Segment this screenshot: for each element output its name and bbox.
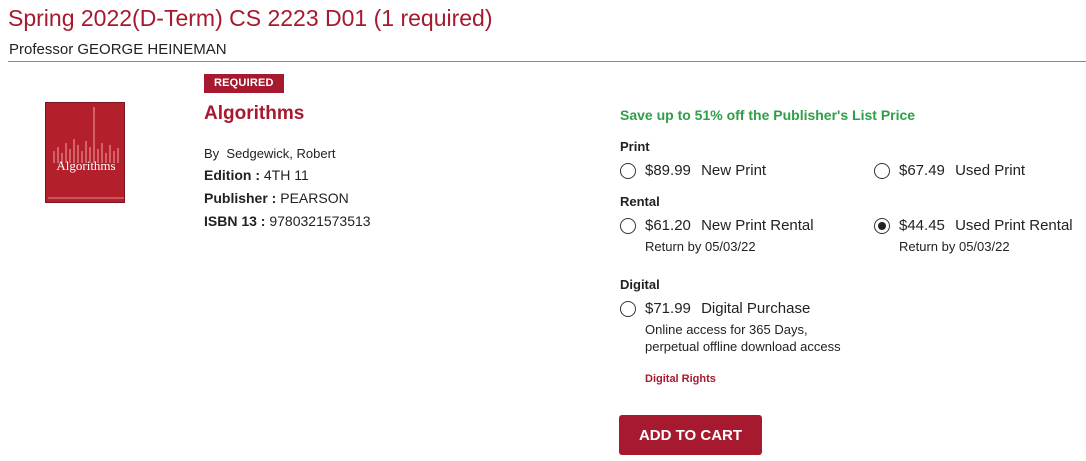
book-isbn: ISBN 13 : 9780321573513 — [204, 213, 371, 229]
cover-title-text: Algorithms — [56, 158, 116, 173]
used-print-radio[interactable] — [874, 163, 890, 179]
divider — [8, 61, 1086, 62]
option-used-rental[interactable]: $44.45 Used Print Rental Return by 05/03… — [874, 217, 1073, 255]
add-to-cart-button[interactable]: ADD TO CART — [619, 415, 762, 455]
option-new-print[interactable]: $89.99 New Print — [620, 162, 766, 180]
new-rental-label: New Print Rental — [701, 217, 814, 234]
publisher-label: Publisher : — [204, 190, 277, 206]
digital-label: Digital Purchase — [701, 300, 811, 317]
new-rental-price: $61.20 — [645, 217, 691, 234]
option-digital[interactable]: $71.99 Digital Purchase Online access fo… — [620, 300, 841, 355]
book-edition: Edition : 4TH 11 — [204, 167, 309, 183]
professor-name: Professor GEORGE HEINEMAN — [9, 41, 227, 58]
used-print-price: $67.49 — [899, 162, 945, 179]
book-publisher: Publisher : PEARSON — [204, 190, 349, 206]
new-rental-radio[interactable] — [620, 218, 636, 234]
required-badge: REQUIRED — [204, 74, 284, 93]
digital-radio[interactable] — [620, 301, 636, 317]
edition-label: Edition : — [204, 167, 260, 183]
isbn-value: 9780321573513 — [269, 213, 371, 229]
savings-message: Save up to 51% off the Publisher's List … — [620, 107, 916, 123]
digital-offline-note: perpetual offline download access — [645, 339, 841, 354]
isbn-label: ISBN 13 : — [204, 213, 266, 229]
option-new-rental[interactable]: $61.20 New Print Rental Return by 05/03/… — [620, 217, 814, 255]
course-title: Spring 2022(D-Term) CS 2223 D01 (1 requi… — [8, 5, 493, 31]
new-print-radio[interactable] — [620, 163, 636, 179]
used-rental-label: Used Print Rental — [955, 217, 1073, 234]
used-rental-return-date: Return by 05/03/22 — [899, 239, 1010, 254]
new-print-price: $89.99 — [645, 162, 691, 179]
digital-section-label: Digital — [620, 277, 660, 292]
print-section-label: Print — [620, 139, 650, 154]
used-print-label: Used Print — [955, 162, 1026, 179]
book-cover-image: Algorithms — [45, 102, 125, 203]
book-title: Algorithms — [204, 103, 305, 124]
textbook-page: Spring 2022(D-Term) CS 2223 D01 (1 requi… — [0, 0, 1086, 461]
digital-price: $71.99 — [645, 300, 691, 317]
digital-rights-link[interactable]: Digital Rights — [645, 373, 716, 385]
rental-section-label: Rental — [620, 194, 660, 209]
author-name: Sedgewick, Robert — [226, 146, 336, 161]
book-author: By Sedgewick, Robert — [204, 146, 336, 161]
publisher-value: PEARSON — [280, 190, 349, 206]
new-print-label: New Print — [701, 162, 767, 179]
edition-value: 4TH 11 — [263, 167, 309, 183]
digital-access-note: Online access for 365 Days, — [645, 322, 808, 337]
used-rental-price: $44.45 — [899, 217, 945, 234]
option-used-print[interactable]: $67.49 Used Print — [874, 162, 1025, 180]
new-rental-return-date: Return by 05/03/22 — [645, 239, 756, 254]
used-rental-radio[interactable] — [874, 218, 890, 234]
author-prefix: By — [204, 146, 220, 161]
